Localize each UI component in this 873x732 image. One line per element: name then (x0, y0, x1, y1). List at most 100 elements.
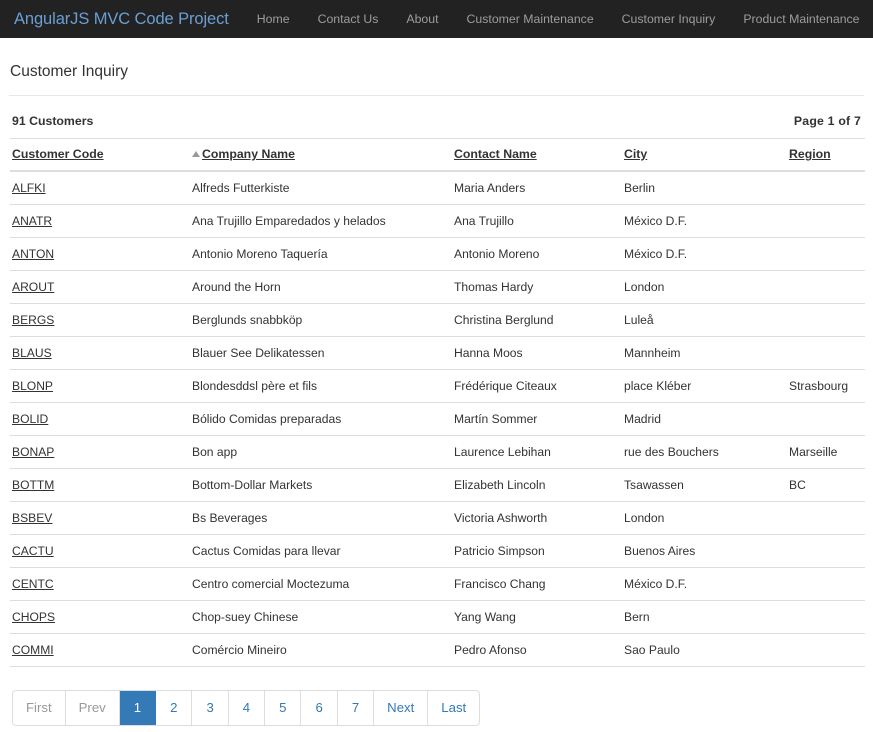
cell-customer-code: BOTTM (10, 469, 190, 502)
pagination-button-7[interactable]: 7 (338, 691, 374, 725)
customer-code-link[interactable]: BOTTM (12, 478, 54, 492)
column-header-contact-name[interactable]: Contact Name (452, 139, 622, 172)
cell-customer-code: BLAUS (10, 337, 190, 370)
cell-company-name: Bólido Comidas preparadas (190, 403, 452, 436)
column-header-label[interactable]: Customer Code (12, 147, 104, 161)
column-header-city[interactable]: City (622, 139, 787, 172)
cell-contact-name: Laurence Lebihan (452, 436, 622, 469)
nav-link-contact-us[interactable]: Contact Us (304, 0, 393, 38)
nav-links: HomeContact UsAboutCustomer MaintenanceC… (243, 0, 873, 38)
cell-customer-code: CENTC (10, 568, 190, 601)
cell-city: Sao Paulo (622, 634, 787, 667)
cell-region: Marseille (787, 436, 865, 469)
brand-link[interactable]: AngularJS MVC Code Project (9, 10, 243, 29)
customer-code-link[interactable]: BERGS (12, 313, 54, 327)
pagination-container: FirstPrev1234567NextLast (10, 667, 863, 726)
table-row: BOTTMBottom-Dollar MarketsElizabeth Linc… (10, 469, 865, 502)
cell-region (787, 601, 865, 634)
customer-code-link[interactable]: ANATR (12, 214, 52, 228)
nav-link-customer-maintenance[interactable]: Customer Maintenance (453, 0, 608, 38)
pagination-button-last[interactable]: Last (428, 691, 479, 725)
cell-customer-code: BERGS (10, 304, 190, 337)
cell-city: México D.F. (622, 205, 787, 238)
customer-code-link[interactable]: BOLID (12, 412, 48, 426)
cell-company-name: Alfreds Futterkiste (190, 171, 452, 205)
footer-spacer (0, 726, 873, 732)
cell-customer-code: BSBEV (10, 502, 190, 535)
cell-city: Berlin (622, 171, 787, 205)
nav-link-product-maintenance[interactable]: Product Maintenance (729, 0, 873, 38)
table-row: BONAPBon appLaurence Lebihanrue des Bouc… (10, 436, 865, 469)
pagination-button-6[interactable]: 6 (301, 691, 337, 725)
pagination-button-next[interactable]: Next (374, 691, 428, 725)
customer-code-link[interactable]: BLAUS (12, 346, 52, 360)
cell-contact-name: Pedro Afonso (452, 634, 622, 667)
table-row: CENTCCentro comercial MoctezumaFrancisco… (10, 568, 865, 601)
cell-city: rue des Bouchers (622, 436, 787, 469)
customer-code-link[interactable]: AROUT (12, 280, 54, 294)
table-row: CHOPSChop-suey ChineseYang WangBern (10, 601, 865, 634)
cell-region: BC (787, 469, 865, 502)
column-header-label[interactable]: City (624, 147, 647, 161)
cell-contact-name: Francisco Chang (452, 568, 622, 601)
pagination-button-3[interactable]: 3 (192, 691, 228, 725)
nav-link-about[interactable]: About (392, 0, 452, 38)
customer-code-link[interactable]: BLONP (12, 379, 53, 393)
customers-table: Customer Code Company Name Contact Name Cit… (10, 138, 865, 667)
table-row: ANTONAntonio Moreno TaqueríaAntonio More… (10, 238, 865, 271)
column-header-label[interactable]: Company Name (202, 147, 295, 161)
cell-customer-code: ANTON (10, 238, 190, 271)
customer-code-link[interactable]: CHOPS (12, 610, 55, 624)
cell-contact-name: Antonio Moreno (452, 238, 622, 271)
column-header-customer-code[interactable]: Customer Code (10, 139, 190, 172)
cell-company-name: Chop-suey Chinese (190, 601, 452, 634)
cell-contact-name: Victoria Ashworth (452, 502, 622, 535)
page-root: AngularJS MVC Code Project HomeContact U… (0, 0, 873, 732)
cell-region: Strasbourg (787, 370, 865, 403)
cell-company-name: Around the Horn (190, 271, 452, 304)
cell-region (787, 502, 865, 535)
cell-company-name: Blondesddsl père et fils (190, 370, 452, 403)
customer-code-link[interactable]: ALFKI (12, 181, 46, 195)
cell-city: Bern (622, 601, 787, 634)
customer-code-link[interactable]: BSBEV (12, 511, 52, 525)
column-header-label[interactable]: Contact Name (454, 147, 537, 161)
cell-city: Luleå (622, 304, 787, 337)
column-header-label[interactable]: Region (789, 147, 831, 161)
table-row: BLONPBlondesddsl père et filsFrédérique … (10, 370, 865, 403)
pagination-button-4[interactable]: 4 (229, 691, 265, 725)
table-header-row: Customer Code Company Name Contact Name Cit… (10, 139, 865, 172)
page-title: Customer Inquiry (9, 38, 864, 96)
cell-customer-code: COMMI (10, 634, 190, 667)
table-row: ANATRAna Trujillo Emparedados y heladosA… (10, 205, 865, 238)
table-row: ALFKIAlfreds FutterkisteMaria AndersBerl… (10, 171, 865, 205)
customer-count-label: 91 Customers (12, 114, 93, 128)
table-row: COMMIComércio MineiroPedro AfonsoSao Pau… (10, 634, 865, 667)
customer-code-link[interactable]: BONAP (12, 445, 54, 459)
cell-contact-name: Martín Sommer (452, 403, 622, 436)
customer-code-link[interactable]: CACTU (12, 544, 54, 558)
cell-company-name: Bottom-Dollar Markets (190, 469, 452, 502)
cell-company-name: Cactus Comidas para llevar (190, 535, 452, 568)
pagination-button-first: First (13, 691, 66, 725)
cell-customer-code: ALFKI (10, 171, 190, 205)
customer-code-link[interactable]: COMMI (12, 643, 54, 657)
nav-link-home[interactable]: Home (243, 0, 304, 38)
cell-customer-code: CACTU (10, 535, 190, 568)
pagination-button-1[interactable]: 1 (120, 691, 156, 725)
customer-code-link[interactable]: CENTC (12, 577, 54, 591)
cell-customer-code: BONAP (10, 436, 190, 469)
customer-code-link[interactable]: ANTON (12, 247, 54, 261)
cell-city: London (622, 271, 787, 304)
pagination-button-2[interactable]: 2 (156, 691, 192, 725)
column-header-region[interactable]: Region (787, 139, 865, 172)
cell-city: México D.F. (622, 568, 787, 601)
cell-contact-name: Patricio Simpson (452, 535, 622, 568)
cell-region (787, 568, 865, 601)
pagination-button-5[interactable]: 5 (265, 691, 301, 725)
nav-link-customer-inquiry[interactable]: Customer Inquiry (608, 0, 730, 38)
cell-customer-code: BLONP (10, 370, 190, 403)
cell-contact-name: Ana Trujillo (452, 205, 622, 238)
column-header-company-name[interactable]: Company Name (190, 139, 452, 172)
cell-region (787, 238, 865, 271)
